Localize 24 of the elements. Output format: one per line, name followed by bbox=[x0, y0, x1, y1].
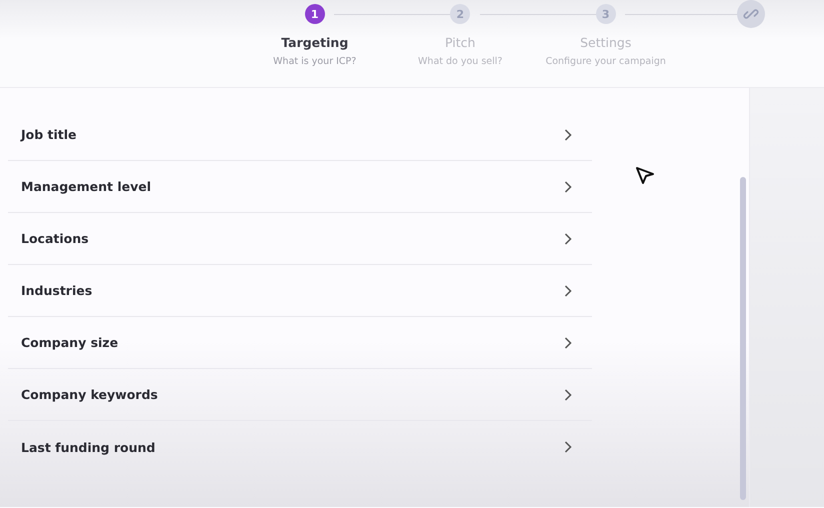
filter-row[interactable]: Locations bbox=[8, 213, 592, 265]
filter-row[interactable]: Company keywords bbox=[8, 369, 592, 421]
pointer-icon bbox=[635, 166, 655, 186]
filter-row[interactable]: Job title bbox=[8, 109, 592, 161]
chevron-icon bbox=[564, 388, 572, 400]
step-title: Targeting bbox=[281, 35, 348, 50]
chevron-icon bbox=[564, 128, 572, 140]
chevron-icon bbox=[564, 232, 572, 244]
link-icon[interactable] bbox=[737, 0, 766, 28]
step-subtitle: What do you sell? bbox=[418, 56, 502, 67]
filter-row[interactable]: Management level bbox=[8, 161, 592, 213]
chevron-icon bbox=[564, 180, 572, 192]
step-subtitle: What is your ICP? bbox=[273, 56, 356, 67]
step-title: Pitch bbox=[445, 35, 476, 50]
step-title: Settings bbox=[580, 35, 632, 50]
step-subtitle: Configure your campaign bbox=[546, 56, 666, 67]
step-number[interactable]: 1 bbox=[304, 4, 325, 24]
filter-row[interactable]: Industries bbox=[8, 265, 592, 317]
scrollbar[interactable] bbox=[740, 177, 746, 500]
filter-row[interactable]: Company size bbox=[8, 317, 592, 369]
chevron-icon bbox=[564, 284, 572, 296]
chevron-icon bbox=[564, 336, 572, 348]
chevron-icon bbox=[564, 441, 572, 453]
filter-row[interactable]: Last funding round bbox=[8, 421, 592, 473]
